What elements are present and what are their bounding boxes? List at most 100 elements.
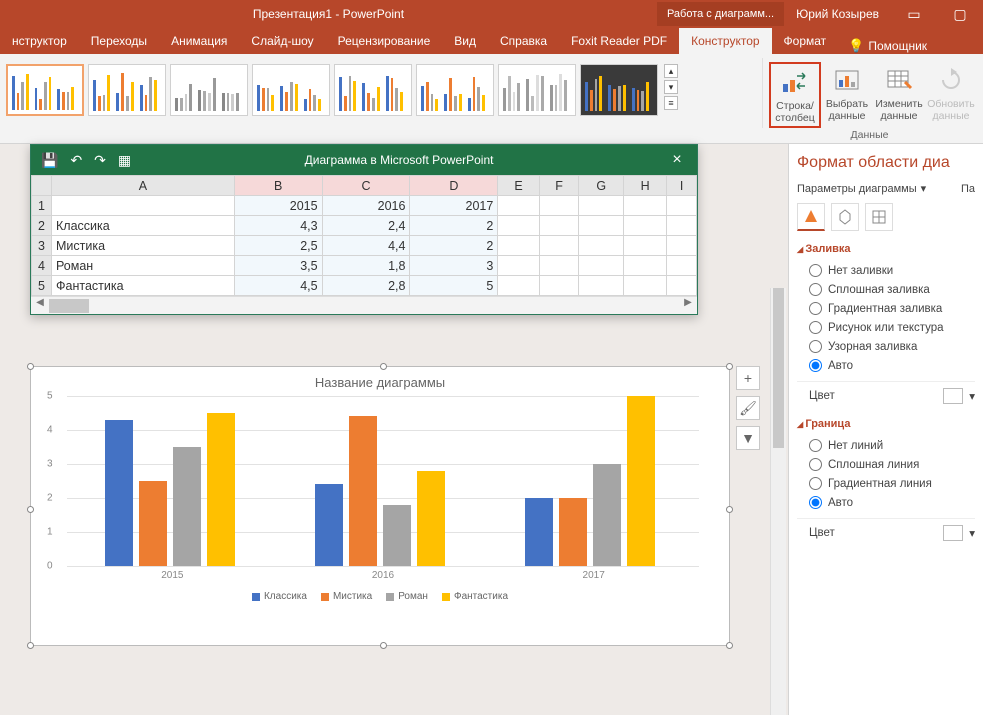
col-header[interactable]: F bbox=[539, 176, 579, 196]
chart-bar[interactable] bbox=[139, 481, 167, 566]
help-label[interactable]: Помощник bbox=[868, 39, 927, 53]
chart-legend[interactable]: Классика Мистика Роман Фантастика bbox=[31, 591, 729, 602]
cell[interactable] bbox=[624, 196, 667, 216]
chart-bar-group[interactable] bbox=[525, 396, 655, 566]
chart-bar[interactable] bbox=[105, 420, 133, 566]
fill-line-icon[interactable] bbox=[797, 203, 825, 231]
cell[interactable]: 2,8 bbox=[322, 276, 410, 296]
chart-style-thumb[interactable] bbox=[334, 64, 412, 116]
ribbon-tab-5[interactable]: Вид bbox=[442, 28, 488, 54]
fill-option[interactable]: Узорная заливка bbox=[797, 337, 975, 356]
legend-item[interactable]: Фантастика bbox=[442, 591, 508, 602]
row-header[interactable]: 1 bbox=[32, 196, 52, 216]
cell[interactable] bbox=[624, 236, 667, 256]
border-option[interactable]: Сплошная линия bbox=[797, 455, 975, 474]
cell[interactable]: Мистика bbox=[52, 236, 235, 256]
border-option[interactable]: Нет линий bbox=[797, 436, 975, 455]
col-header[interactable]: G bbox=[579, 176, 624, 196]
cell[interactable] bbox=[624, 216, 667, 236]
chart-style-thumb[interactable] bbox=[170, 64, 248, 116]
cell[interactable]: 2016 bbox=[322, 196, 410, 216]
chart-style-thumb[interactable] bbox=[416, 64, 494, 116]
ribbon-tab-8[interactable]: Конструктор bbox=[679, 28, 771, 54]
ribbon-tab-9[interactable]: Формат bbox=[772, 28, 839, 54]
pane-subtitle[interactable]: Параметры диаграммы bbox=[797, 183, 917, 195]
collapse-icon[interactable]: ▭ bbox=[891, 6, 937, 23]
table-icon[interactable]: ▦ bbox=[118, 152, 131, 169]
cell[interactable] bbox=[667, 236, 697, 256]
cell[interactable] bbox=[667, 216, 697, 236]
chart-title[interactable]: Название диаграммы bbox=[31, 367, 729, 396]
chart-styles-gallery[interactable]: ▴▾≡ bbox=[6, 58, 762, 143]
chart-plot-area[interactable]: 012345 bbox=[67, 396, 699, 566]
cell[interactable] bbox=[579, 236, 624, 256]
ribbon-tab-1[interactable]: Переходы bbox=[79, 28, 159, 54]
col-header[interactable]: H bbox=[624, 176, 667, 196]
cell[interactable] bbox=[539, 196, 579, 216]
chart-bar-group[interactable] bbox=[315, 416, 445, 566]
ribbon-tab-6[interactable]: Справка bbox=[488, 28, 559, 54]
dropdown-icon[interactable]: ▾ bbox=[969, 389, 975, 403]
fill-option[interactable]: Нет заливки bbox=[797, 261, 975, 280]
col-header[interactable]: C bbox=[322, 176, 410, 196]
cell[interactable]: 3,5 bbox=[234, 256, 322, 276]
col-header[interactable]: I bbox=[667, 176, 697, 196]
cell[interactable]: 2 bbox=[410, 236, 498, 256]
border-option[interactable]: Градиентная линия bbox=[797, 474, 975, 493]
cell[interactable]: 4,3 bbox=[234, 216, 322, 236]
cell[interactable]: 2,5 bbox=[234, 236, 322, 256]
cell[interactable] bbox=[498, 276, 539, 296]
chart-style-thumb[interactable] bbox=[252, 64, 330, 116]
ribbon-tab-4[interactable]: Рецензирование bbox=[326, 28, 443, 54]
chart-styles-button[interactable]: 🖌 bbox=[736, 396, 760, 420]
gallery-more-button[interactable]: ▴▾≡ bbox=[664, 64, 678, 110]
cell[interactable] bbox=[539, 236, 579, 256]
cell[interactable] bbox=[624, 276, 667, 296]
cell[interactable] bbox=[498, 256, 539, 276]
fill-option[interactable]: Градиентная заливка bbox=[797, 299, 975, 318]
row-header[interactable]: 5 bbox=[32, 276, 52, 296]
legend-item[interactable]: Мистика bbox=[321, 591, 372, 602]
close-icon[interactable]: × bbox=[657, 151, 697, 169]
cell[interactable] bbox=[667, 196, 697, 216]
cell[interactable]: 3 bbox=[410, 256, 498, 276]
dropdown-icon[interactable]: ▾ bbox=[921, 182, 927, 195]
ribbon-tab-7[interactable]: Foxit Reader PDF bbox=[559, 28, 679, 54]
maximize-icon[interactable]: ▢ bbox=[937, 6, 983, 23]
col-header[interactable]: B bbox=[234, 176, 322, 196]
cell[interactable] bbox=[579, 196, 624, 216]
chart-elements-button[interactable]: + bbox=[736, 366, 760, 390]
cell[interactable] bbox=[539, 276, 579, 296]
cell[interactable] bbox=[579, 216, 624, 236]
embedded-spreadsheet[interactable]: 💾 ↶ ↷ ▦ Диаграмма в Microsoft PowerPoint… bbox=[30, 144, 698, 315]
chart-style-thumb[interactable] bbox=[88, 64, 166, 116]
sheet-grid[interactable]: ABCDEFGHI12015201620172Классика4,32,423М… bbox=[31, 175, 697, 296]
user-name[interactable]: Юрий Козырев bbox=[784, 7, 891, 21]
cell[interactable]: 2017 bbox=[410, 196, 498, 216]
fill-option[interactable]: Рисунок или текстура bbox=[797, 318, 975, 337]
fill-color-row[interactable]: Цвет ▾ bbox=[797, 381, 975, 410]
cell[interactable] bbox=[624, 256, 667, 276]
border-option[interactable]: Авто bbox=[797, 493, 975, 512]
cell[interactable]: 4,4 bbox=[322, 236, 410, 256]
chart-bar-group[interactable] bbox=[105, 413, 235, 566]
chart-bar[interactable] bbox=[593, 464, 621, 566]
border-section-header[interactable]: Граница bbox=[797, 418, 975, 430]
fill-color-swatch[interactable] bbox=[943, 388, 963, 404]
cell[interactable] bbox=[539, 256, 579, 276]
chart-bar[interactable] bbox=[207, 413, 235, 566]
ribbon-tab-2[interactable]: Анимация bbox=[159, 28, 239, 54]
border-color-swatch[interactable] bbox=[943, 525, 963, 541]
chart-style-thumb[interactable] bbox=[498, 64, 576, 116]
legend-item[interactable]: Классика bbox=[252, 591, 307, 602]
cell[interactable] bbox=[667, 256, 697, 276]
chart-bar[interactable] bbox=[383, 505, 411, 566]
ribbon-tab-3[interactable]: Слайд-шоу bbox=[239, 28, 325, 54]
chart-bar[interactable] bbox=[315, 484, 343, 566]
row-header[interactable]: 2 bbox=[32, 216, 52, 236]
cell[interactable] bbox=[498, 216, 539, 236]
cell[interactable]: 2015 bbox=[234, 196, 322, 216]
chart-object[interactable]: Название диаграммы 012345 201520162017 К… bbox=[30, 366, 730, 646]
legend-item[interactable]: Роман bbox=[386, 591, 428, 602]
fill-option[interactable]: Сплошная заливка bbox=[797, 280, 975, 299]
